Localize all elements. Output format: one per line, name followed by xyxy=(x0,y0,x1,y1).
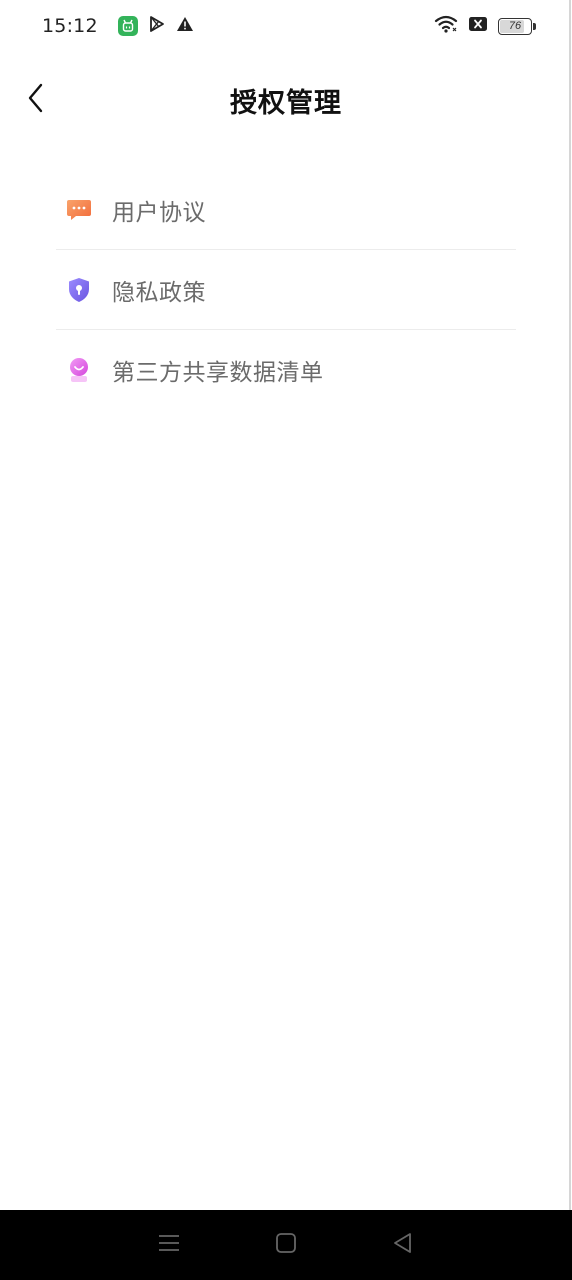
battery-level: 76 xyxy=(508,20,522,32)
share-person-icon xyxy=(66,357,92,383)
battery-icon: 76 xyxy=(498,17,536,35)
chat-bubble-icon xyxy=(66,197,92,223)
menu-icon xyxy=(158,1233,180,1257)
scroll-edge xyxy=(569,0,571,1210)
status-notification-icons xyxy=(117,15,194,37)
status-system-icons: 76 xyxy=(434,15,536,37)
menu-item-label: 第三方共享数据清单 xyxy=(112,360,324,386)
home-icon xyxy=(275,1232,297,1258)
recent-apps-button[interactable] xyxy=(149,1225,189,1265)
status-bar: 15:12 76 xyxy=(0,0,572,52)
menu-item-label: 隐私政策 xyxy=(112,279,206,306)
back-triangle-icon xyxy=(392,1232,414,1258)
menu-item-privacy-policy[interactable]: 隐私政策 xyxy=(56,250,516,330)
back-button[interactable] xyxy=(16,80,56,120)
wifi-icon xyxy=(434,15,458,37)
authorization-menu-list: 用户协议 隐私政策 第三方共享数据清单 xyxy=(56,170,516,410)
home-button[interactable] xyxy=(266,1225,306,1265)
no-sim-icon xyxy=(468,16,488,36)
app-badge-icon xyxy=(117,16,138,36)
page-title: 授权管理 xyxy=(230,87,342,119)
menu-item-user-agreement[interactable]: 用户协议 xyxy=(56,170,516,250)
system-nav-bar xyxy=(0,1210,572,1280)
play-store-icon xyxy=(148,15,166,37)
back-nav-button[interactable] xyxy=(383,1225,423,1265)
header: 授权管理 xyxy=(0,60,572,140)
status-time: 15:12 xyxy=(42,15,98,37)
menu-item-label: 用户协议 xyxy=(112,199,206,226)
shield-lock-icon xyxy=(66,277,92,303)
warning-icon xyxy=(176,16,194,36)
menu-item-third-party-data-list[interactable]: 第三方共享数据清单 xyxy=(56,330,516,410)
chevron-left-icon xyxy=(25,82,47,118)
